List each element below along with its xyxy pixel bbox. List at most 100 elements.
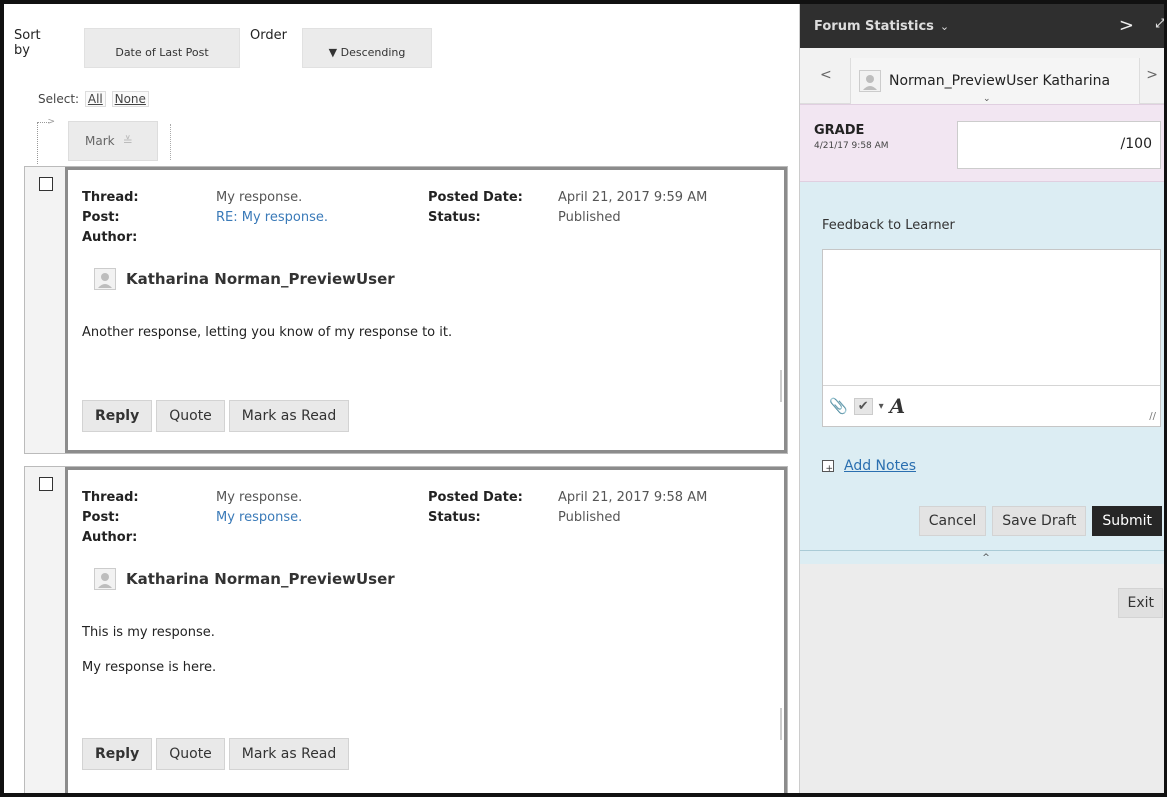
chevron-right-icon[interactable]: > xyxy=(1119,15,1134,36)
add-note-icon xyxy=(822,460,834,474)
thread-value: My response. xyxy=(216,490,303,505)
post-body-line: My response is here. xyxy=(82,660,217,675)
exit-button[interactable]: Exit xyxy=(1118,588,1163,618)
post-card: Thread: My response. Posted Date: April … xyxy=(65,467,787,793)
post-list-panel: Sort by Date of Last Post Order ▼ Descen… xyxy=(4,4,799,793)
scroll-indicator xyxy=(780,708,782,740)
select-label: Select: xyxy=(38,92,80,106)
mark-arrow-connector: > xyxy=(37,117,55,164)
feedback-section: Feedback to Learner 📎 ✔ ▾ A // Add Notes… xyxy=(800,182,1164,564)
chevron-left-icon[interactable]: < xyxy=(820,67,832,83)
author-label: Katharina Norman_PreviewUser xyxy=(126,270,395,288)
collapse-toggle[interactable]: ^ xyxy=(800,550,1164,564)
dropdown-arrow-icon[interactable]: ▾ xyxy=(879,401,884,412)
post-item: Thread: My response. Posted Date: April … xyxy=(24,166,788,454)
select-row: Select: All None xyxy=(38,91,149,107)
post-meta: Thread: My response. Posted Date: April … xyxy=(82,190,774,250)
post-key: Post: xyxy=(82,510,120,525)
resize-grip-icon[interactable]: // xyxy=(1149,411,1156,422)
text-format-icon[interactable]: A xyxy=(890,394,906,418)
select-all-link[interactable]: All xyxy=(84,91,106,107)
sort-by-label: Sort by xyxy=(14,28,41,58)
posted-date-value: April 21, 2017 9:59 AM xyxy=(558,190,708,205)
posted-date-value: April 21, 2017 9:58 AM xyxy=(558,490,708,505)
post-body-line: This is my response. xyxy=(82,625,215,640)
chevron-up-icon: ^ xyxy=(982,553,990,563)
quote-button[interactable]: Quote xyxy=(156,738,225,770)
app-frame: Sort by Date of Last Post Order ▼ Descen… xyxy=(0,0,1167,797)
post-meta: Thread: My response. Posted Date: April … xyxy=(82,490,774,550)
mark-label: Mark xyxy=(85,134,115,148)
post-title-link[interactable]: My response. xyxy=(216,510,302,525)
post-checkbox[interactable] xyxy=(39,477,53,491)
user-avatar-icon xyxy=(859,70,881,92)
author-name: Katharina Norman_PreviewUser xyxy=(94,568,395,590)
paperclip-icon[interactable]: 📎 xyxy=(829,397,848,415)
post-key: Post: xyxy=(82,210,120,225)
divider xyxy=(170,124,171,160)
order-dropdown[interactable]: ▼ Descending xyxy=(302,28,432,68)
status-value: Published xyxy=(558,510,621,525)
submit-button[interactable]: Submit xyxy=(1092,506,1162,536)
spellcheck-icon[interactable]: ✔ xyxy=(853,397,873,415)
feedback-textarea[interactable] xyxy=(823,250,1160,387)
cancel-button[interactable]: Cancel xyxy=(918,506,987,536)
grading-panel: Forum Statistics ⌄ > ⤢ < Norman_PreviewUs… xyxy=(799,4,1164,793)
double-chevron-down-icon: ≚ xyxy=(122,134,133,148)
user-avatar-icon xyxy=(94,568,116,590)
author-key: Author: xyxy=(82,530,138,545)
post-item: Thread: My response. Posted Date: April … xyxy=(24,466,788,793)
post-actions: Reply Quote Mark as Read xyxy=(82,738,350,770)
mark-as-read-button[interactable]: Mark as Read xyxy=(228,400,350,432)
chevron-down-icon: ⌄ xyxy=(939,19,950,33)
post-body-line: Another response, letting you know of my… xyxy=(82,325,453,340)
arrow-right-icon: > xyxy=(47,117,55,127)
author-name: Katharina Norman_PreviewUser xyxy=(94,268,395,290)
grade-input[interactable]: /100 xyxy=(957,121,1161,169)
reply-button[interactable]: Reply xyxy=(82,738,153,770)
quote-button[interactable]: Quote xyxy=(156,400,225,432)
select-none-link[interactable]: None xyxy=(111,91,149,107)
grade-date: 4/21/17 9:58 AM xyxy=(814,141,889,151)
status-key: Status: xyxy=(428,210,481,225)
grade-label: GRADE xyxy=(814,123,865,138)
user-navigator: < Norman_PreviewUser Katharina ⌄ > xyxy=(800,48,1164,104)
author-key: Author: xyxy=(82,230,138,245)
user-name: Norman_PreviewUser Katharina xyxy=(889,73,1111,89)
thread-value: My response. xyxy=(216,190,303,205)
mark-button[interactable]: Mark ≚ xyxy=(68,121,158,161)
author-label: Katharina Norman_PreviewUser xyxy=(126,570,395,588)
order-label: Order xyxy=(250,28,287,43)
feedback-editor: 📎 ✔ ▾ A // xyxy=(822,249,1161,427)
scroll-indicator xyxy=(780,370,782,402)
post-actions: Reply Quote Mark as Read xyxy=(82,400,350,432)
mark-as-read-button[interactable]: Mark as Read xyxy=(228,738,350,770)
reply-button[interactable]: Reply xyxy=(82,400,153,432)
add-notes: Add Notes xyxy=(822,458,916,474)
chevron-right-icon[interactable]: > xyxy=(1146,67,1158,83)
post-checkbox[interactable] xyxy=(39,177,53,191)
add-notes-link[interactable]: Add Notes xyxy=(844,458,916,474)
panel-header: Forum Statistics ⌄ > ⤢ xyxy=(800,4,1164,48)
thread-key: Thread: xyxy=(82,490,139,505)
forum-statistics-toggle[interactable]: Forum Statistics ⌄ xyxy=(814,19,949,34)
editor-toolbar: 📎 ✔ ▾ A xyxy=(823,385,1160,426)
posted-date-key: Posted Date: xyxy=(428,490,523,505)
save-draft-button[interactable]: Save Draft xyxy=(992,506,1087,536)
panel-title: Forum Statistics xyxy=(814,18,934,34)
grade-out-of: /100 xyxy=(1120,136,1152,152)
feedback-actions: Cancel Save Draft Submit xyxy=(918,506,1162,536)
status-value: Published xyxy=(558,210,621,225)
expand-icon[interactable]: ⤢ xyxy=(1155,16,1164,31)
posted-date-key: Posted Date: xyxy=(428,190,523,205)
user-avatar-icon xyxy=(94,268,116,290)
thread-key: Thread: xyxy=(82,190,139,205)
sort-by-dropdown[interactable]: Date of Last Post xyxy=(84,28,240,68)
status-key: Status: xyxy=(428,510,481,525)
chevron-down-icon: ⌄ xyxy=(983,94,991,104)
grade-section: GRADE 4/21/17 9:58 AM /100 xyxy=(800,104,1164,182)
user-selector[interactable]: Norman_PreviewUser Katharina ⌄ xyxy=(850,58,1140,104)
post-card: Thread: My response. Posted Date: April … xyxy=(65,167,787,453)
post-title-link[interactable]: RE: My response. xyxy=(216,210,328,225)
feedback-label: Feedback to Learner xyxy=(822,218,955,233)
